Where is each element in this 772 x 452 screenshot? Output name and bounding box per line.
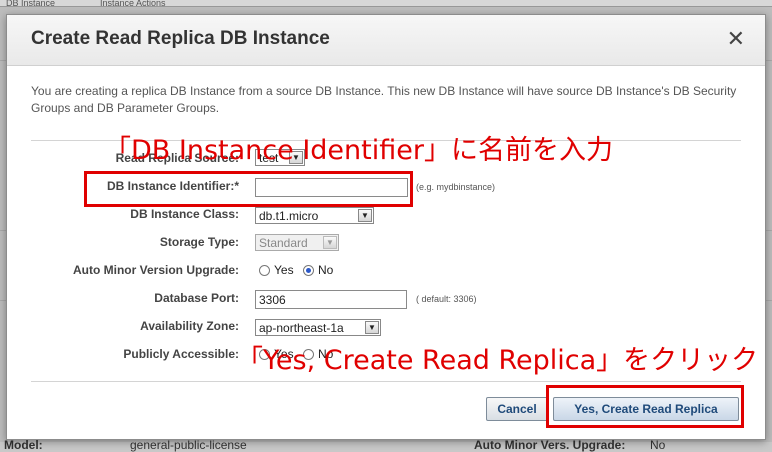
close-icon[interactable]: ✕ (727, 26, 745, 52)
cancel-button[interactable]: Cancel (486, 397, 548, 421)
form-divider-bottom (31, 381, 741, 382)
db-instance-identifier-hint: (e.g. mydbinstance) (416, 182, 496, 192)
annotation-identifier-note: 「DB Instance Identifier」に名前を入力 (104, 135, 613, 166)
background-footer-label: Model: (4, 438, 43, 452)
availability-zone-value: ap-northeast-1a (259, 321, 344, 335)
background-footer-label-right: Auto Minor Vers. Upgrade: (474, 438, 626, 452)
background-tab-instance-actions: Instance Actions (100, 0, 166, 6)
auto-minor-upgrade-label: Auto Minor Version Upgrade: (72, 263, 239, 277)
chevron-down-icon: ▼ (323, 236, 337, 249)
dialog-title: Create Read Replica DB Instance (31, 28, 330, 49)
auto-minor-upgrade-yes-label: Yes (274, 263, 294, 277)
auto-minor-upgrade-no-label: No (318, 263, 334, 277)
annotation-create-note: 「Yes, Create Read Replica」をクリック (236, 345, 759, 376)
auto-minor-upgrade-yes-radio[interactable] (259, 265, 270, 276)
storage-type-select: Standard ▼ (255, 234, 339, 251)
database-port-hint: ( default: 3306) (416, 294, 477, 304)
availability-zone-select[interactable]: ap-northeast-1a ▼ (255, 319, 381, 336)
dialog-description: You are creating a replica DB Instance f… (31, 84, 737, 115)
auto-minor-upgrade-no-radio[interactable] (303, 265, 314, 276)
database-port-input[interactable] (255, 290, 407, 309)
db-instance-class-select[interactable]: db.t1.micro ▼ (255, 207, 374, 224)
availability-zone-label: Availability Zone: (140, 319, 239, 333)
db-instance-class-value: db.t1.micro (259, 209, 319, 223)
annotation-box-create-button (546, 385, 744, 428)
storage-type-label: Storage Type: (159, 235, 239, 249)
background-footer-value: general-public-license (130, 438, 247, 452)
db-instance-class-label: DB Instance Class: (130, 207, 239, 221)
database-port-label: Database Port: (154, 291, 239, 305)
background-tab-bar: DB Instance Instance Actions (0, 0, 772, 7)
publicly-accessible-label: Publicly Accessible: (123, 347, 239, 361)
chevron-down-icon: ▼ (358, 209, 372, 222)
dialog-header: Create Read Replica DB Instance ✕ (7, 15, 765, 66)
chevron-down-icon: ▼ (365, 321, 379, 334)
storage-type-value: Standard (259, 236, 308, 250)
annotation-box-identifier (84, 171, 413, 207)
background-tab-db-instance: DB Instance (6, 0, 56, 6)
background-footer-value-right: No (650, 438, 666, 452)
